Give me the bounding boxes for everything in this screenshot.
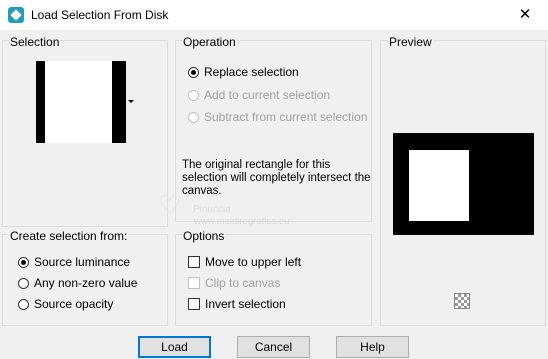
checkbox-move-upper-left[interactable]: Move to upper left bbox=[188, 254, 301, 270]
checkbox[interactable] bbox=[188, 298, 200, 310]
radio-label: Replace selection bbox=[204, 65, 299, 79]
radio-button[interactable] bbox=[18, 298, 29, 310]
radio-button[interactable] bbox=[188, 66, 199, 78]
radio-button[interactable] bbox=[18, 277, 29, 289]
radio-label: Add to current selection bbox=[204, 88, 331, 102]
preview-selection-area bbox=[409, 150, 469, 221]
help-button[interactable]: Help bbox=[336, 336, 409, 358]
radio-label: Source luminance bbox=[34, 255, 131, 269]
checkbox-clip-to-canvas[interactable]: Clip to canvas bbox=[188, 275, 280, 291]
selection-group-title: Selection bbox=[9, 35, 61, 49]
radio-source-opacity[interactable]: Source opacity bbox=[18, 296, 113, 312]
create-from-group-title: Create selection from: bbox=[9, 229, 129, 243]
radio-add-selection[interactable]: Add to current selection bbox=[188, 87, 330, 103]
radio-button[interactable] bbox=[188, 111, 199, 123]
radio-any-nonzero[interactable]: Any non-zero value bbox=[18, 275, 137, 291]
checkbox-label: Move to upper left bbox=[205, 255, 302, 269]
checkbox-label: Clip to canvas bbox=[205, 276, 281, 290]
radio-label: Source opacity bbox=[34, 297, 114, 311]
checkbox-invert-selection[interactable]: Invert selection bbox=[188, 296, 286, 312]
chevron-down-icon[interactable] bbox=[128, 100, 134, 103]
close-button[interactable]: ✕ bbox=[502, 0, 548, 30]
radio-source-luminance[interactable]: Source luminance bbox=[18, 254, 130, 270]
preview-image bbox=[393, 133, 534, 235]
operation-group-title: Operation bbox=[182, 35, 237, 49]
load-button[interactable]: Load bbox=[138, 336, 211, 358]
radio-button[interactable] bbox=[188, 89, 199, 101]
operation-description: The original rectangle for this selectio… bbox=[182, 159, 371, 197]
selection-thumbnail[interactable] bbox=[36, 61, 126, 143]
title-bar: Load Selection From Disk ✕ bbox=[0, 0, 548, 30]
checkbox-label: Invert selection bbox=[205, 297, 286, 311]
checkerboard-icon[interactable] bbox=[454, 293, 470, 309]
options-group-title: Options bbox=[182, 229, 226, 243]
checkbox[interactable] bbox=[188, 256, 200, 268]
cancel-button[interactable]: Cancel bbox=[237, 336, 310, 358]
radio-subtract-selection[interactable]: Subtract from current selection bbox=[188, 109, 367, 125]
radio-button[interactable] bbox=[18, 256, 29, 268]
radio-replace-selection[interactable]: Replace selection bbox=[188, 64, 299, 80]
window-title: Load Selection From Disk bbox=[31, 8, 169, 22]
app-icon bbox=[8, 7, 24, 23]
radio-label: Subtract from current selection bbox=[204, 110, 368, 124]
selection-thumbnail-white bbox=[45, 61, 112, 143]
radio-label: Any non-zero value bbox=[34, 276, 138, 290]
checkbox[interactable] bbox=[188, 277, 200, 289]
preview-group-title: Preview bbox=[388, 35, 433, 49]
